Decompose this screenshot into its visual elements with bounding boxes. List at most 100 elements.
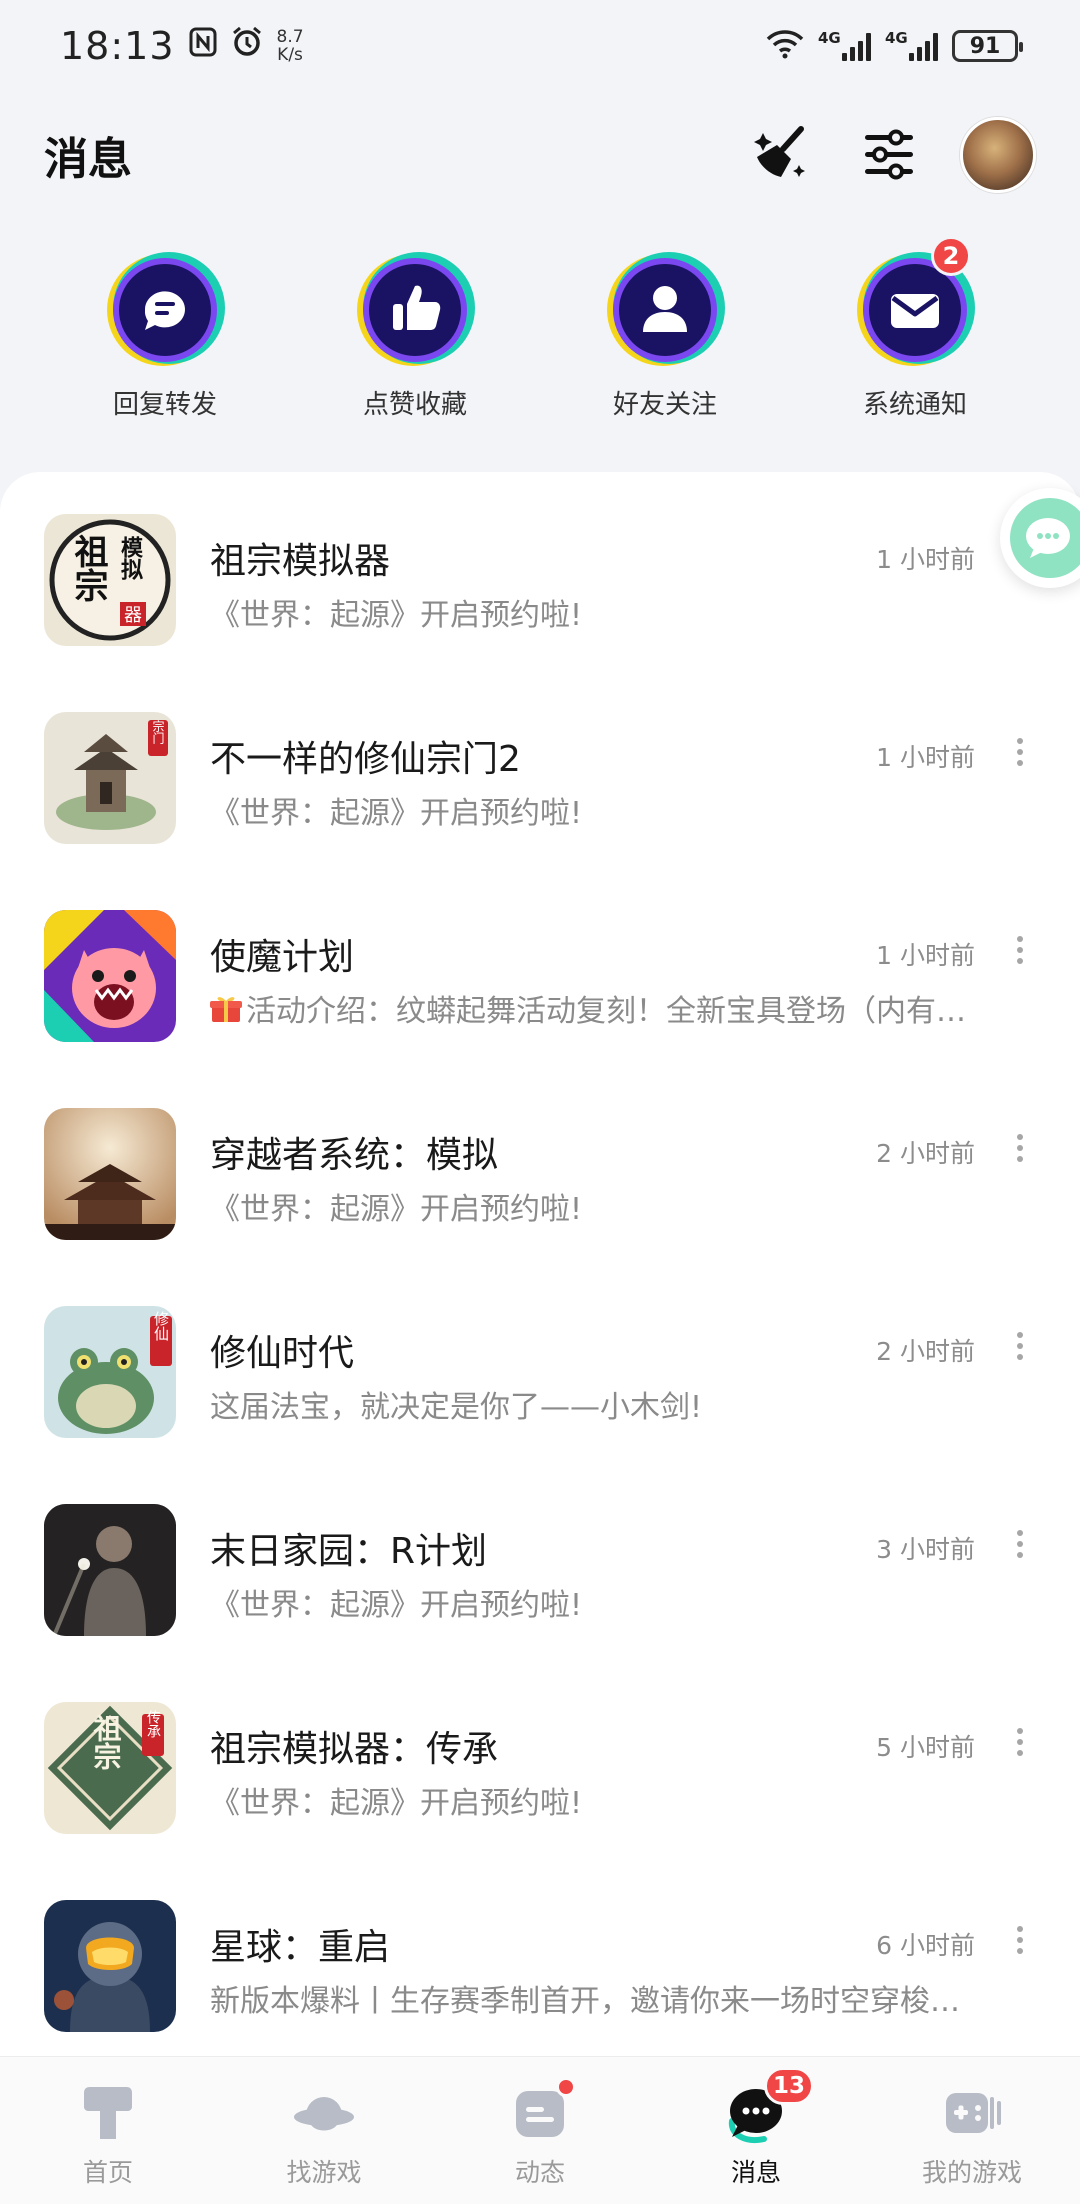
- feed-icon: [508, 2077, 576, 2145]
- status-left: 18:13 8.7 K/s: [60, 24, 304, 68]
- nav-label: 我的游戏: [921, 2158, 1022, 2187]
- game-thumbnail: [44, 1504, 176, 1636]
- quick-entry-label: 点赞收藏: [362, 390, 467, 420]
- nav-my-games[interactable]: 我的游戏: [864, 2057, 1080, 2204]
- nav-label: 首页: [82, 2158, 133, 2187]
- thumb-text: 修仙: [152, 1311, 170, 1341]
- message-time: 1 小时前: [876, 941, 975, 970]
- thumb-text: 模拟: [117, 536, 143, 581]
- thumb-text: 器: [124, 605, 142, 626]
- net-speed-unit: K/s: [277, 45, 303, 65]
- nav-home[interactable]: 首页: [0, 2057, 216, 2204]
- quick-entry-label: 好友关注: [612, 390, 717, 420]
- message-time: 1 小时前: [876, 743, 975, 772]
- message-time: 1 小时前: [876, 545, 975, 574]
- page-title: 消息: [44, 134, 132, 185]
- message-subtitle-text: 活动介绍：纹蟒起舞活动复刻！全新宝具登场（内有…: [246, 994, 966, 1029]
- net-speed: 8.7 K/s: [277, 28, 304, 64]
- nav-discover[interactable]: 找游戏: [216, 2057, 432, 2204]
- more-options-icon[interactable]: [1010, 932, 1030, 968]
- game-thumbnail: [44, 1900, 176, 2032]
- message-title: 星球：重启: [210, 1927, 391, 1968]
- status-time: 18:13: [60, 24, 175, 68]
- message-subtitle: 《世界：起源》开启预约啦!: [210, 1786, 583, 1821]
- quick-entry-label: 回复转发: [112, 390, 217, 420]
- nav-label: 消息: [730, 2158, 781, 2187]
- list-item[interactable]: 星球：重启 6 小时前 新版本爆料丨生存赛季制首开，邀请你来一场时空穿梭…: [0, 1858, 1080, 2056]
- new-activity-dot: [556, 2077, 576, 2097]
- quick-entry-likes[interactable]: 点赞收藏: [315, 250, 515, 420]
- more-options-icon[interactable]: [1010, 1328, 1030, 1364]
- message-time: 2 小时前: [876, 1139, 975, 1168]
- more-options-icon[interactable]: [1010, 734, 1030, 770]
- floating-chat-button[interactable]: [1000, 488, 1080, 588]
- nav-messages[interactable]: 13 消息: [648, 2057, 864, 2204]
- list-item[interactable]: 祖宗 传承 祖宗模拟器：传承 5 小时前 《世界：起源》开启预约啦!: [0, 1660, 1080, 1858]
- envelope-icon: 2: [855, 236, 975, 370]
- wifi-icon: [766, 29, 804, 63]
- thumb-text: 宗门: [151, 719, 165, 744]
- bottom-navigation: 首页 找游戏 动态 13 消息 我的游戏: [0, 2056, 1080, 2204]
- battery-level: 91: [969, 33, 1001, 59]
- thumbs-up-icon: [355, 250, 475, 370]
- list-item[interactable]: 穿越者系统：模拟 2 小时前 《世界：起源》开启预约啦!: [0, 1066, 1080, 1264]
- message-list: 模拟 祖宗 器 祖宗模拟器 1 小时前 《世界：起源》开启预约啦! 宗门 不一样…: [0, 472, 1080, 2072]
- thumb-text: 祖宗: [68, 534, 108, 602]
- message-title: 祖宗模拟器: [210, 541, 391, 582]
- gift-icon: [210, 997, 242, 1022]
- user-avatar[interactable]: [960, 117, 1036, 193]
- message-subtitle: 新版本爆料丨生存赛季制首开，邀请你来一场时空穿梭…: [210, 1984, 960, 2019]
- message-icon: 13: [724, 2067, 814, 2145]
- quick-entry-label: 系统通知: [862, 390, 967, 420]
- list-item[interactable]: 使魔计划 1 小时前 活动介绍：纹蟒起舞活动复刻！全新宝具登场（内有…: [0, 868, 1080, 1066]
- quick-entries: 回复转发 点赞收藏 好友关注 2 系统通知: [0, 236, 1080, 420]
- nav-feed[interactable]: 动态: [432, 2057, 648, 2204]
- more-options-icon[interactable]: [1010, 1130, 1030, 1166]
- alarm-icon: [231, 26, 263, 66]
- chat-bubbles-icon: [1010, 498, 1080, 578]
- home-icon: [76, 2081, 140, 2145]
- nav-label: 找游戏: [286, 2158, 362, 2187]
- game-thumbnail: 祖宗 传承: [44, 1702, 176, 1834]
- sliders-icon: [865, 129, 913, 180]
- more-options-icon[interactable]: [1010, 1922, 1030, 1958]
- more-options-icon[interactable]: [1010, 1526, 1030, 1562]
- message-subtitle: 《世界：起源》开启预约啦!: [210, 796, 583, 831]
- quick-entry-replies[interactable]: 回复转发: [65, 250, 265, 420]
- status-right: 4G 4G 91: [766, 29, 1023, 63]
- notification-badge: 2: [931, 236, 971, 276]
- person-icon: [605, 250, 725, 370]
- planet-icon: [292, 2081, 356, 2145]
- message-title: 祖宗模拟器：传承: [210, 1729, 499, 1770]
- unread-badge: 13: [763, 2067, 814, 2105]
- clear-unread-button[interactable]: [748, 122, 814, 188]
- message-time: 2 小时前: [876, 1337, 975, 1366]
- list-item[interactable]: 模拟 祖宗 器 祖宗模拟器 1 小时前 《世界：起源》开启预约啦!: [0, 472, 1080, 670]
- thumb-text: 传承: [145, 1710, 161, 1738]
- status-bar: 18:13 8.7 K/s 4G 4G 91: [0, 0, 1080, 92]
- message-time: 3 小时前: [876, 1535, 975, 1564]
- message-time: 5 小时前: [876, 1733, 975, 1762]
- gamepad-icon: [940, 2081, 1004, 2145]
- quick-entry-friends[interactable]: 好友关注: [565, 250, 765, 420]
- game-thumbnail: 模拟 祖宗 器: [44, 514, 176, 646]
- broom-icon: [754, 126, 805, 177]
- chat-bubble-icon: [105, 250, 225, 370]
- more-options-icon[interactable]: [1010, 1724, 1030, 1760]
- list-item[interactable]: 宗门 不一样的修仙宗门2 1 小时前 《世界：起源》开启预约啦!: [0, 670, 1080, 868]
- nav-label: 动态: [514, 2158, 565, 2187]
- message-title: 修仙时代: [210, 1333, 355, 1374]
- signal-sim2: 4G: [885, 29, 938, 61]
- game-thumbnail: [44, 1108, 176, 1240]
- sim1-label: 4G: [818, 29, 841, 47]
- list-item[interactable]: 修仙 修仙时代 2 小时前 这届法宝，就决定是你了——小木剑!: [0, 1264, 1080, 1462]
- message-subtitle: 这届法宝，就决定是你了——小木剑!: [210, 1390, 703, 1425]
- thumb-text: 祖宗: [90, 1714, 123, 1770]
- game-thumbnail: 宗门: [44, 712, 176, 844]
- message-subtitle: 《世界：起源》开启预约啦!: [210, 1588, 583, 1623]
- settings-filter-button[interactable]: [856, 122, 922, 188]
- quick-entry-system-notices[interactable]: 2 系统通知: [815, 236, 1015, 420]
- list-item[interactable]: 末日家园：R计划 3 小时前 《世界：起源》开启预约啦!: [0, 1462, 1080, 1660]
- message-title: 使魔计划: [210, 937, 355, 978]
- message-title: 穿越者系统：模拟: [210, 1135, 499, 1176]
